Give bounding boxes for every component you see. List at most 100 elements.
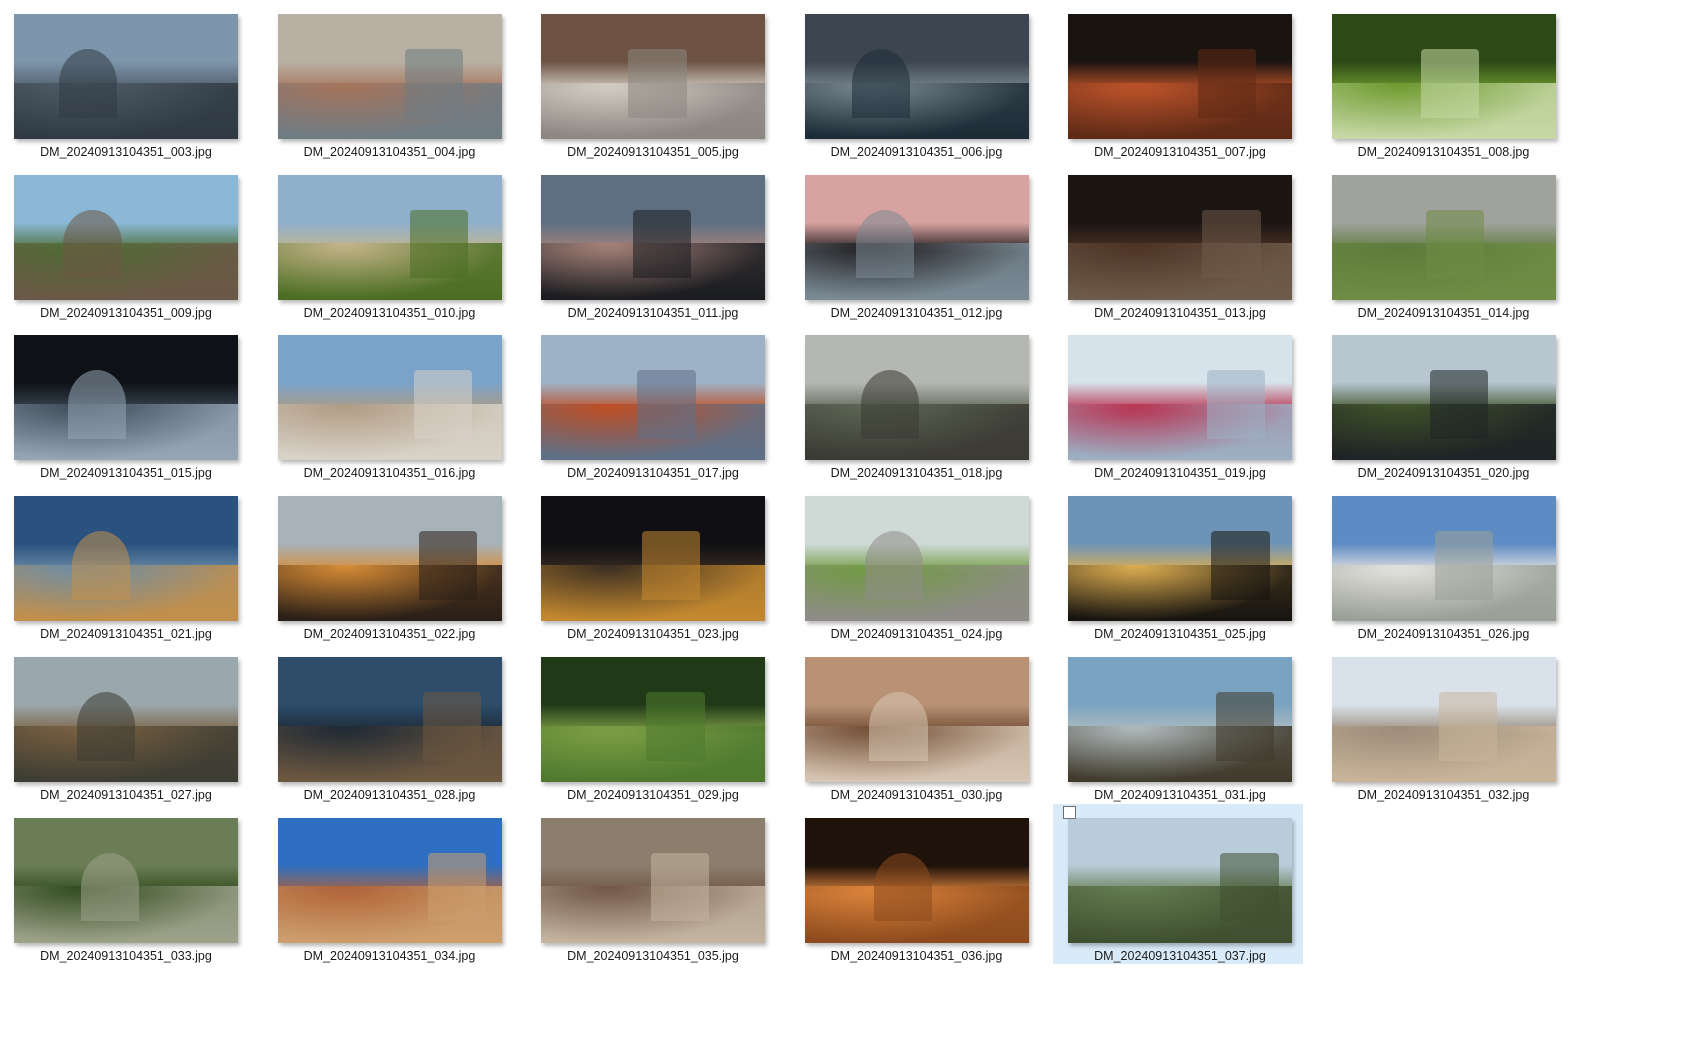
file-thumbnail[interactable]: [1331, 335, 1556, 461]
file-name-label: DM_20240913104351_005.jpg: [567, 145, 739, 159]
thumbnail-scene-feature: [58, 49, 118, 118]
thumbnail-scene-feature: [1220, 852, 1279, 922]
file-thumbnail[interactable]: [1331, 656, 1556, 782]
thumbnail-scene-feature: [81, 852, 140, 922]
file-item[interactable]: DM_20240913104351_019.jpg: [1053, 321, 1303, 481]
file-item[interactable]: DM_20240913104351_003.jpg: [0, 0, 249, 160]
file-name-label: DM_20240913104351_010.jpg: [303, 305, 476, 320]
file-thumbnail[interactable]: [804, 14, 1029, 139]
file-thumbnail[interactable]: [277, 817, 502, 943]
file-item[interactable]: DM_20240913104351_029.jpg: [526, 643, 776, 803]
file-name-label: DM_20240913104351_035.jpg: [567, 948, 739, 963]
file-thumbnail[interactable]: [1068, 817, 1292, 943]
file-item[interactable]: DM_20240913104351_008.jpg: [1317, 0, 1567, 160]
thumbnail-scene-feature: [1434, 531, 1493, 600]
file-thumbnail[interactable]: [804, 496, 1029, 622]
file-thumbnail[interactable]: [14, 817, 238, 943]
file-thumbnail[interactable]: [277, 14, 502, 139]
file-thumbnail[interactable]: [1068, 656, 1292, 782]
file-item[interactable]: DM_20240913104351_033.jpg: [0, 804, 249, 964]
thumbnail-scene-layer: [14, 82, 238, 139]
file-item[interactable]: DM_20240913104351_004.jpg: [263, 0, 513, 160]
file-item[interactable]: DM_20240913104351_010.jpg: [263, 161, 513, 321]
file-thumbnail[interactable]: [804, 817, 1029, 943]
thumbnail-scene-feature: [650, 852, 709, 922]
thumbnail-scene-feature: [1439, 691, 1498, 761]
file-item[interactable]: DM_20240913104351_031.jpg: [1053, 643, 1303, 803]
thumbnail-scene-feature: [864, 531, 924, 600]
file-thumbnail[interactable]: [1331, 496, 1556, 622]
file-item[interactable]: DM_20240913104351_007.jpg: [1053, 0, 1303, 160]
file-thumbnail[interactable]: [1068, 174, 1292, 300]
file-thumbnail[interactable]: [1068, 496, 1292, 622]
file-thumbnail[interactable]: [541, 14, 765, 139]
file-item[interactable]: DM_20240913104351_037.jpg: [1053, 803, 1303, 964]
file-name-label: DM_20240913104351_027.jpg: [40, 787, 212, 802]
thumbnail-scene-feature: [1211, 531, 1270, 600]
file-thumbnail[interactable]: [277, 496, 502, 622]
file-thumbnail[interactable]: [541, 496, 765, 622]
file-thumbnail[interactable]: [14, 174, 238, 300]
file-item[interactable]: DM_20240913104351_015.jpg: [0, 321, 249, 481]
file-name-label: DM_20240913104351_016.jpg: [303, 466, 476, 481]
file-item[interactable]: DM_20240913104351_036.jpg: [790, 804, 1040, 964]
file-item[interactable]: DM_20240913104351_020.jpg: [1317, 321, 1567, 481]
file-item[interactable]: DM_20240913104351_024.jpg: [790, 482, 1040, 642]
file-name-label: DM_20240913104351_021.jpg: [40, 627, 212, 642]
file-thumbnail[interactable]: [804, 335, 1029, 461]
thumbnail-scene-layer: [277, 82, 502, 139]
file-item[interactable]: DM_20240913104351_012.jpg: [790, 161, 1040, 321]
file-thumbnail[interactable]: [541, 817, 765, 943]
file-thumbnail[interactable]: [14, 656, 238, 782]
file-item[interactable]: DM_20240913104351_006.jpg: [790, 0, 1040, 160]
thumbnail-scene-layer: [804, 82, 1029, 139]
file-item[interactable]: DM_20240913104351_035.jpg: [526, 804, 776, 964]
file-item[interactable]: DM_20240913104351_014.jpg: [1317, 161, 1567, 321]
file-thumbnail[interactable]: [277, 335, 502, 461]
file-thumbnail[interactable]: [804, 174, 1029, 300]
file-thumbnail[interactable]: [1331, 14, 1556, 139]
file-item[interactable]: DM_20240913104351_026.jpg: [1317, 482, 1567, 642]
file-thumbnail[interactable]: [804, 656, 1029, 782]
file-thumbnail[interactable]: [14, 14, 238, 139]
file-item[interactable]: DM_20240913104351_009.jpg: [0, 161, 249, 321]
file-item[interactable]: DM_20240913104351_027.jpg: [0, 643, 249, 803]
file-item[interactable]: DM_20240913104351_030.jpg: [790, 643, 1040, 803]
file-item[interactable]: DM_20240913104351_034.jpg: [263, 804, 513, 964]
thumbnail-scene-feature: [1202, 209, 1261, 279]
file-thumbnail[interactable]: [1331, 174, 1556, 300]
file-item[interactable]: DM_20240913104351_032.jpg: [1317, 643, 1567, 803]
thumbnail-scene-feature: [414, 370, 473, 440]
file-item[interactable]: DM_20240913104351_005.jpg: [526, 0, 776, 160]
file-thumbnail[interactable]: [277, 656, 502, 782]
file-item[interactable]: DM_20240913104351_017.jpg: [526, 321, 776, 481]
file-thumbnail[interactable]: [14, 496, 238, 622]
file-item[interactable]: DM_20240913104351_023.jpg: [526, 482, 776, 642]
file-item[interactable]: DM_20240913104351_013.jpg: [1053, 161, 1303, 321]
file-thumbnail[interactable]: [541, 335, 765, 461]
file-thumbnail[interactable]: [277, 174, 502, 300]
file-name-label: DM_20240913104351_003.jpg: [40, 145, 212, 159]
file-name-label: DM_20240913104351_029.jpg: [567, 787, 739, 802]
file-thumbnail[interactable]: [14, 335, 238, 461]
file-thumbnail[interactable]: [541, 656, 765, 782]
file-item[interactable]: DM_20240913104351_016.jpg: [263, 321, 513, 481]
thumbnail-scene-feature: [632, 209, 692, 279]
file-item[interactable]: DM_20240913104351_025.jpg: [1053, 482, 1303, 642]
file-item[interactable]: DM_20240913104351_022.jpg: [263, 482, 513, 642]
file-thumbnail[interactable]: [541, 174, 765, 300]
file-item[interactable]: DM_20240913104351_028.jpg: [263, 643, 513, 803]
file-name-label: DM_20240913104351_022.jpg: [303, 627, 476, 642]
thumbnail-scene-layer: [804, 243, 1029, 300]
thumbnail-scene-feature: [869, 691, 928, 761]
file-item[interactable]: DM_20240913104351_021.jpg: [0, 482, 249, 642]
selection-checkbox[interactable]: [1063, 805, 1076, 819]
file-name-label: DM_20240913104351_024.jpg: [830, 627, 1003, 642]
file-item[interactable]: DM_20240913104351_011.jpg: [526, 161, 776, 321]
file-name-label: DM_20240913104351_032.jpg: [1357, 787, 1530, 802]
file-thumbnail[interactable]: [1068, 14, 1292, 139]
file-thumbnail[interactable]: [1068, 335, 1292, 461]
thumbnail-scene-feature: [427, 852, 486, 922]
file-item[interactable]: DM_20240913104351_018.jpg: [790, 321, 1040, 481]
file-name-label: DM_20240913104351_012.jpg: [830, 305, 1003, 320]
